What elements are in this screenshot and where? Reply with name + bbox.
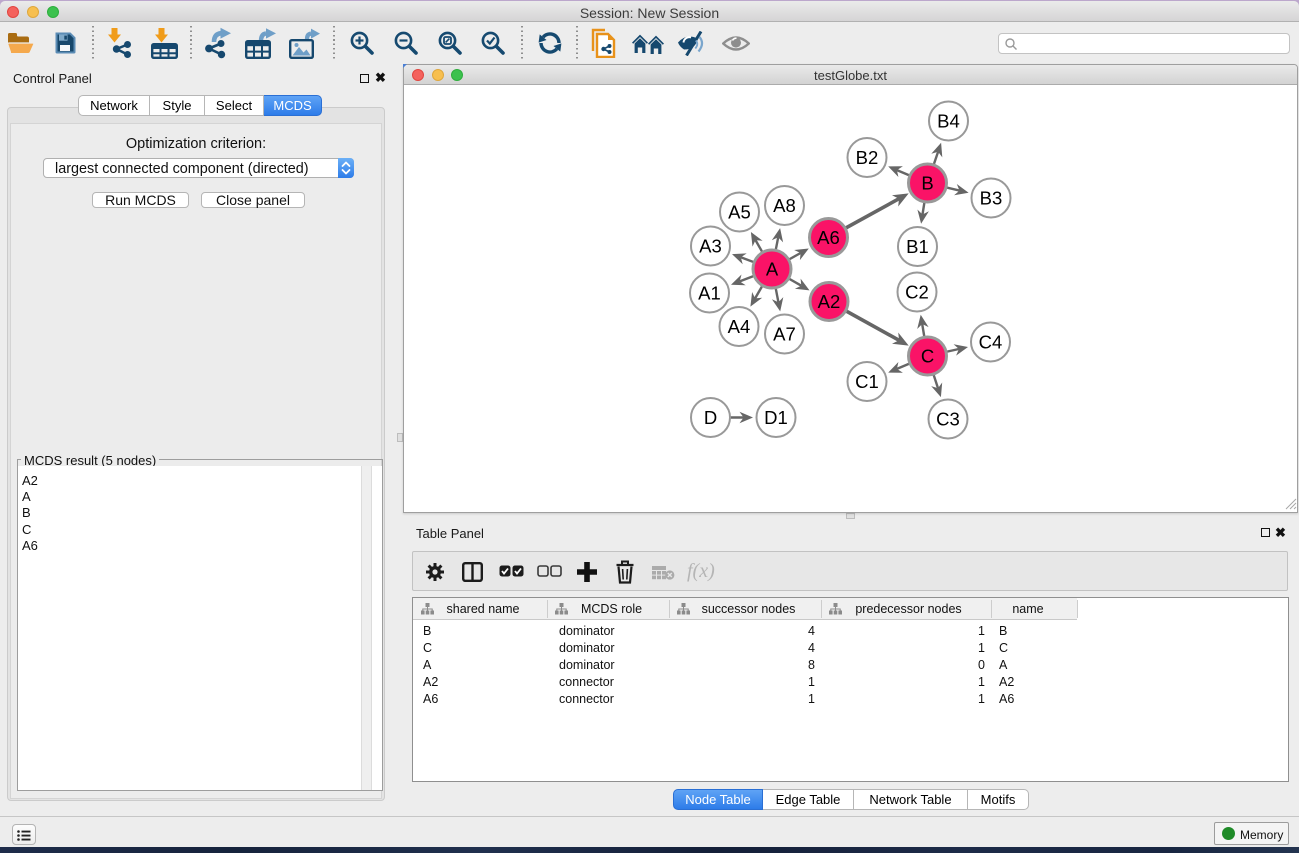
svg-text:A7: A7 — [773, 323, 796, 344]
svg-text:C1: C1 — [855, 370, 879, 391]
svg-text:A8: A8 — [773, 194, 796, 215]
svg-text:C4: C4 — [978, 331, 1002, 352]
svg-text:C: C — [920, 345, 933, 366]
svg-text:A2: A2 — [817, 290, 840, 311]
svg-text:A1: A1 — [698, 282, 721, 303]
svg-text:A6: A6 — [817, 226, 840, 247]
svg-text:A3: A3 — [699, 235, 722, 256]
svg-text:C3: C3 — [936, 408, 960, 429]
svg-text:D: D — [703, 406, 716, 427]
svg-text:B2: B2 — [855, 146, 878, 167]
svg-text:B4: B4 — [937, 110, 960, 131]
svg-text:A5: A5 — [728, 201, 751, 222]
svg-text:A: A — [765, 258, 778, 279]
svg-text:B1: B1 — [906, 235, 929, 256]
svg-text:B: B — [921, 172, 933, 193]
svg-text:C2: C2 — [905, 281, 929, 302]
svg-text:D1: D1 — [764, 406, 788, 427]
svg-text:A4: A4 — [727, 315, 750, 336]
svg-text:B3: B3 — [979, 187, 1002, 208]
